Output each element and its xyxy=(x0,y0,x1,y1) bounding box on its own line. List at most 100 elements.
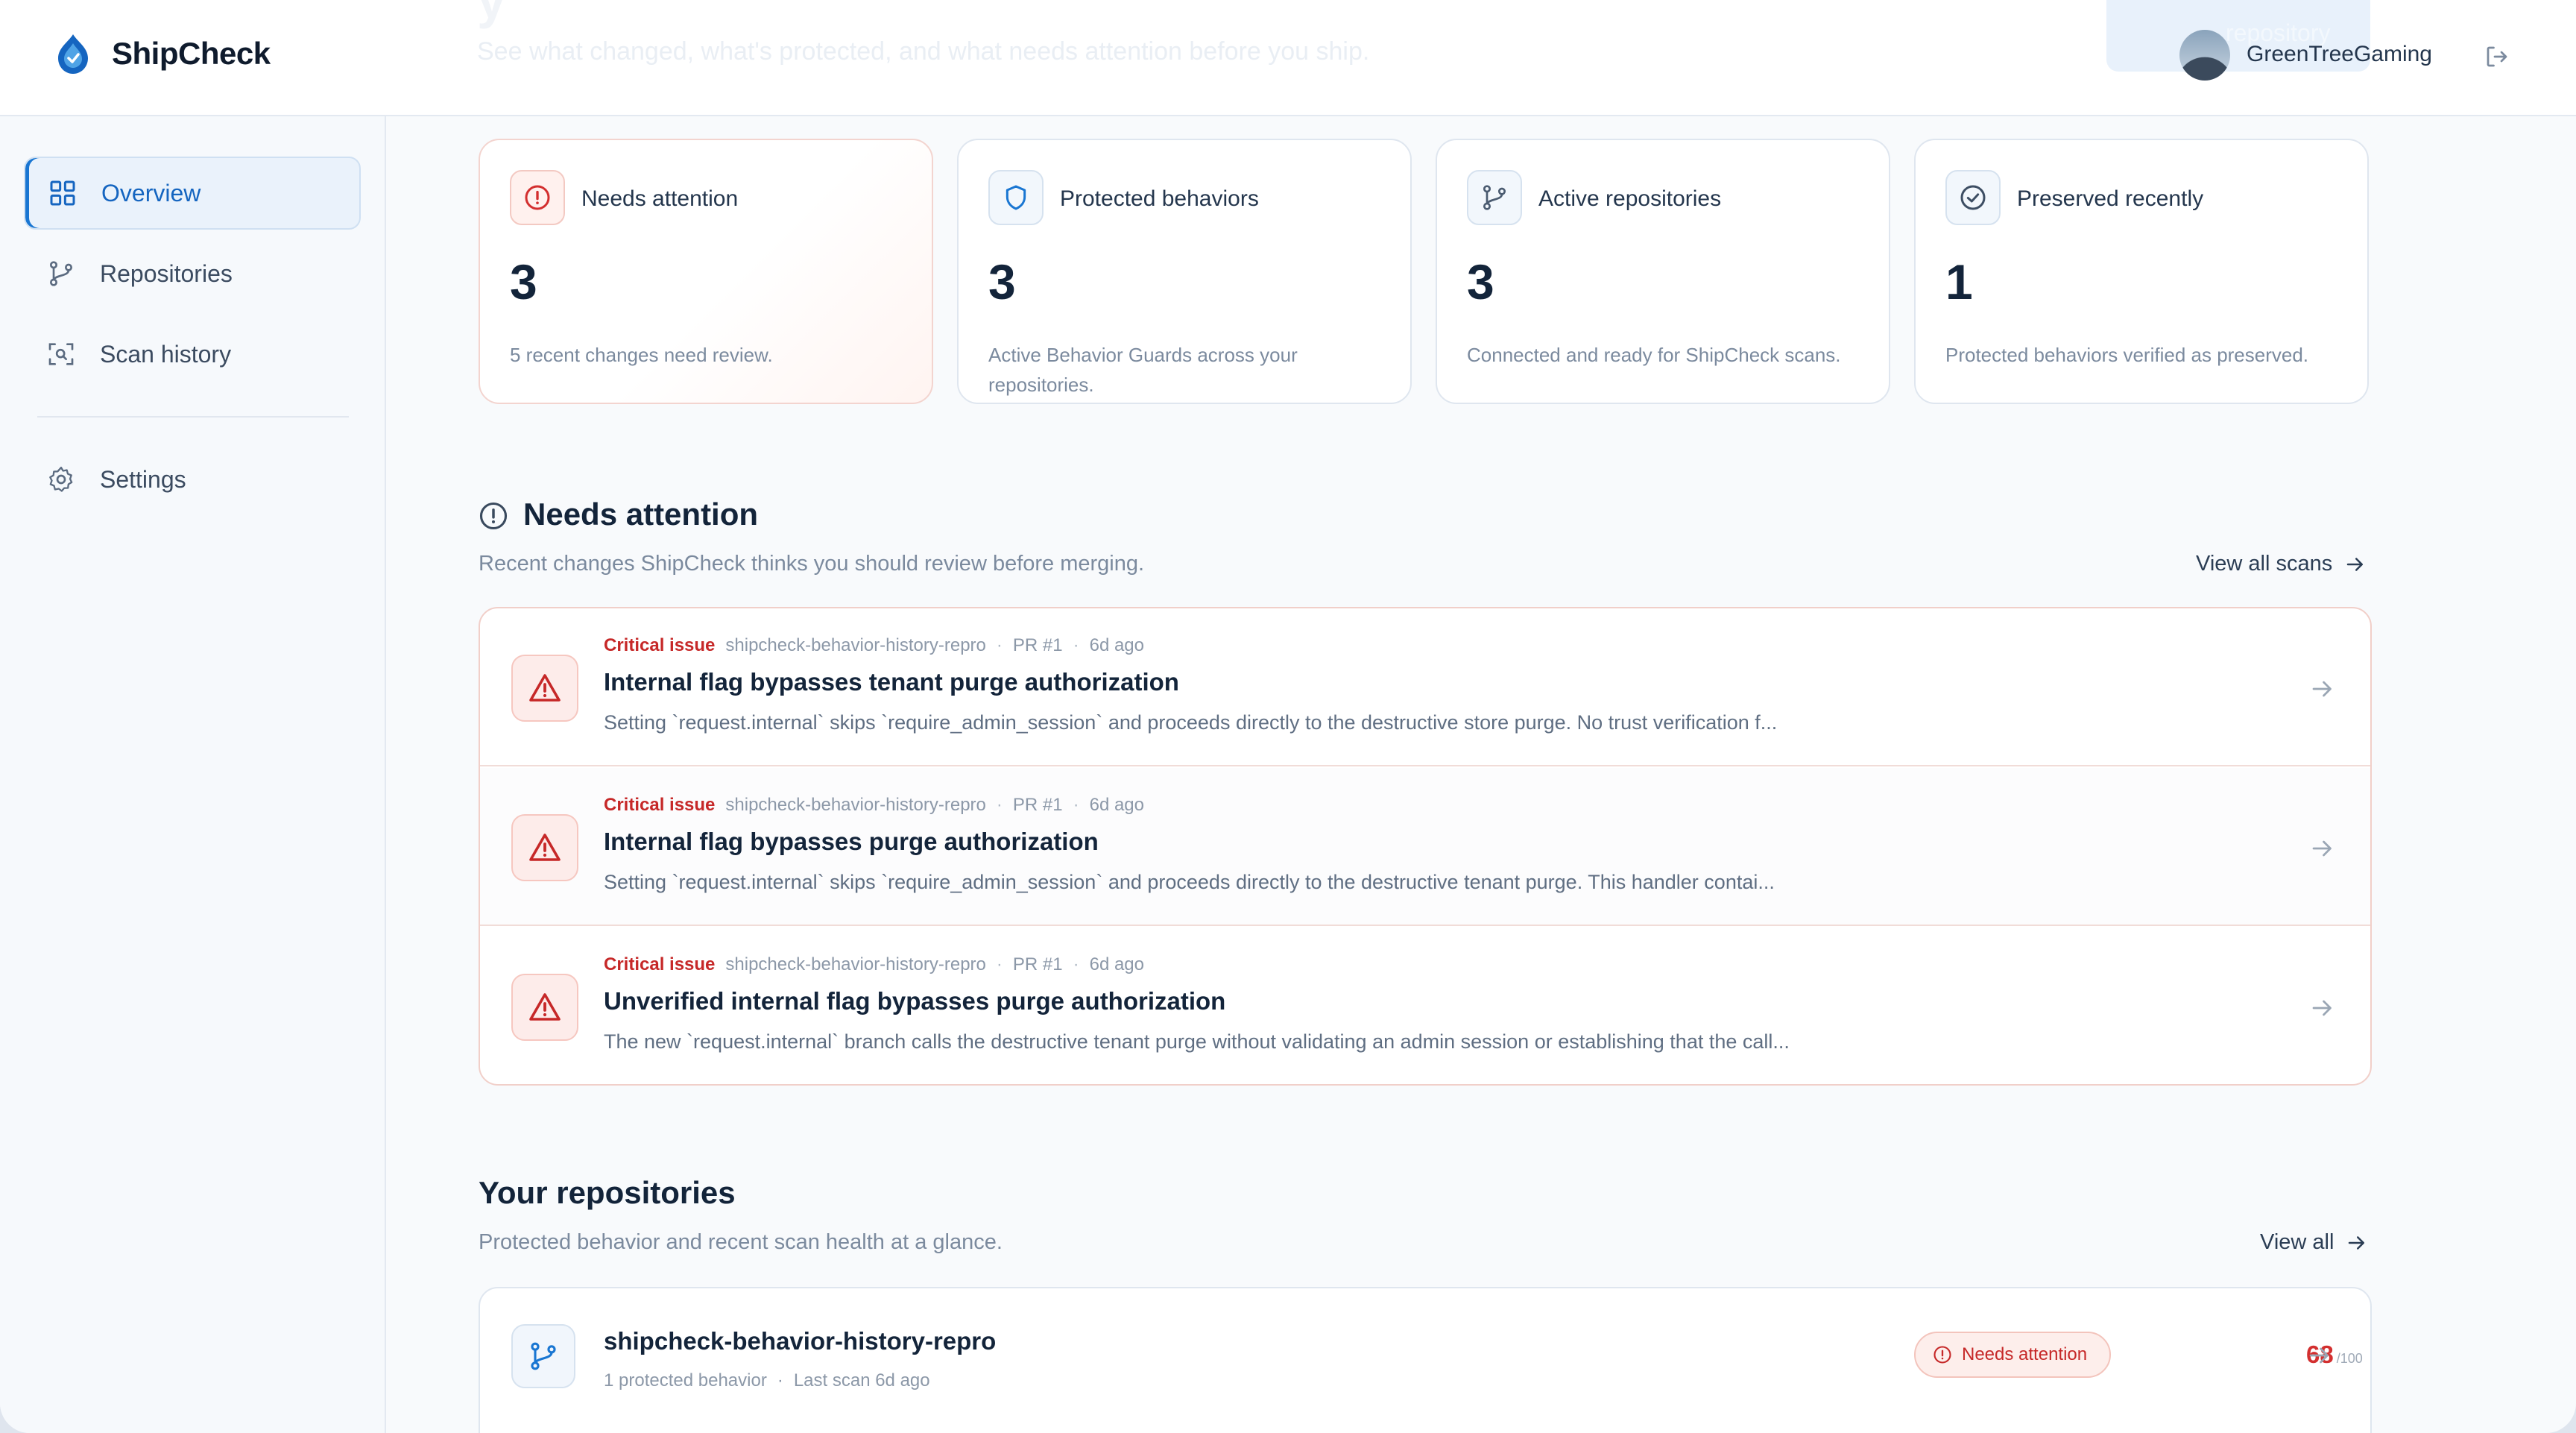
user-avatar[interactable] xyxy=(2179,30,2230,81)
stat-label: Needs attention xyxy=(581,186,739,211)
separator: · xyxy=(996,635,1003,655)
stat-label: Preserved recently xyxy=(2017,186,2204,211)
severity-label: Critical issue xyxy=(604,635,716,655)
arrow-right-icon xyxy=(2346,557,2364,571)
attention-item-description: The new `request.internal` branch calls … xyxy=(604,1030,1790,1053)
ghost-page-title: y xyxy=(477,0,506,29)
view-all-repositories-link[interactable]: View all xyxy=(2260,1230,2368,1255)
attention-list: Critical issue shipcheck-behavior-histor… xyxy=(479,607,2372,1086)
arrow-right-icon xyxy=(2349,1235,2365,1250)
warning-icon-box xyxy=(511,655,578,722)
logout-icon[interactable] xyxy=(2484,43,2510,70)
separator: · xyxy=(1073,635,1079,655)
arrow-right-icon[interactable] xyxy=(2309,835,2336,862)
attention-item-title: Internal flag bypasses purge authorizati… xyxy=(604,828,1099,855)
warning-icon-box xyxy=(511,974,578,1041)
stat-value: 1 xyxy=(1945,254,1973,309)
attention-item-description: Setting `request.internal` skips `requir… xyxy=(604,711,1778,734)
stat-value: 3 xyxy=(510,254,537,309)
sidebar-divider xyxy=(37,416,349,418)
arrow-right-icon[interactable] xyxy=(2309,675,2336,702)
warning-icon-box xyxy=(511,814,578,881)
sidebar-item-label: Settings xyxy=(100,465,186,493)
warning-icon xyxy=(529,834,561,861)
alert-circle-icon xyxy=(1933,1346,1951,1364)
view-all-label: View all xyxy=(2260,1230,2334,1254)
repository-row[interactable]: shipcheck-behavior-history-repro 1 prote… xyxy=(479,1287,2372,1433)
attention-item[interactable]: Critical issue shipcheck-behavior-histor… xyxy=(480,768,2370,926)
sidebar-item-label: Scan history xyxy=(100,340,232,368)
sidebar-item-scan-history[interactable]: Scan history xyxy=(24,318,361,391)
arrow-right-icon[interactable] xyxy=(2309,995,2336,1021)
stat-description: Connected and ready for ShipCheck scans. xyxy=(1467,344,1841,366)
pr-number: PR #1 xyxy=(1012,954,1063,974)
alert-circle-icon xyxy=(479,502,508,530)
repo-icon-box xyxy=(511,1324,575,1388)
sidebar-item-repositories[interactable]: Repositories xyxy=(24,237,361,310)
stat-value: 3 xyxy=(1467,254,1494,309)
shield-icon xyxy=(1006,185,1026,210)
main-content: Needs attention 3 5 recent changes need … xyxy=(388,116,2576,1433)
severity-label: Critical issue xyxy=(604,795,716,815)
separator: · xyxy=(1073,795,1079,815)
attention-item-meta: Critical issue shipcheck-behavior-histor… xyxy=(604,795,1144,816)
needs-attention-title: Needs attention xyxy=(523,497,759,532)
health-score-max: /100 xyxy=(2336,1351,2363,1366)
sidebar: Overview Repositories Scan history Setti… xyxy=(0,116,386,1433)
username[interactable]: GreenTreeGaming xyxy=(2247,42,2432,67)
sidebar-item-settings[interactable]: Settings xyxy=(24,443,361,516)
repositories-subtitle: Protected behavior and recent scan healt… xyxy=(479,1230,1003,1254)
stat-icon-box xyxy=(988,170,1044,225)
repo-meta: 1 protected behavior · Last scan 6d ago xyxy=(604,1370,930,1391)
stat-value: 3 xyxy=(988,254,1016,309)
needs-attention-subtitle: Recent changes ShipCheck thinks you shou… xyxy=(479,552,1145,576)
stat-icon-box xyxy=(1467,170,1522,225)
attention-item[interactable]: Critical issue shipcheck-behavior-histor… xyxy=(480,927,2370,1084)
gear-icon xyxy=(49,467,73,492)
arrow-right-icon[interactable] xyxy=(2306,1342,2333,1369)
grid-icon xyxy=(50,180,75,206)
attention-item-title: Internal flag bypasses tenant purge auth… xyxy=(604,668,1179,696)
ghost-page-subtitle: See what changed, what's protected, and … xyxy=(477,37,1370,66)
warning-icon xyxy=(529,993,561,1021)
stat-icon-box xyxy=(1945,170,2001,225)
warning-icon xyxy=(529,674,561,702)
stat-card-needs-attention[interactable]: Needs attention 3 5 recent changes need … xyxy=(479,139,933,404)
repositories-title: Your repositories xyxy=(479,1175,736,1210)
branch-icon xyxy=(49,261,73,286)
stat-description: Protected behaviors verified as preserve… xyxy=(1945,344,2309,366)
branch-icon xyxy=(1483,185,1506,210)
separator: · xyxy=(777,1370,783,1391)
sidebar-item-label: Overview xyxy=(101,179,201,207)
severity-label: Critical issue xyxy=(604,954,716,974)
stat-icon-box xyxy=(510,170,565,225)
separator: · xyxy=(996,795,1003,815)
alert-circle-icon xyxy=(525,185,550,210)
stat-description: Active Behavior Guards across your repos… xyxy=(988,344,1298,396)
stat-card-active-repositories[interactable]: Active repositories 3 Connected and read… xyxy=(1436,139,1890,404)
sidebar-item-overview[interactable]: Overview xyxy=(24,157,361,230)
sidebar-item-label: Repositories xyxy=(100,259,233,287)
repo-name: shipcheck-behavior-history-repro xyxy=(725,954,986,974)
repo-name: shipcheck-behavior-history-repro xyxy=(725,635,986,655)
attention-item[interactable]: Critical issue shipcheck-behavior-histor… xyxy=(480,608,2370,766)
attention-item-description: Setting `request.internal` skips `requir… xyxy=(604,871,1775,893)
attention-item-meta: Critical issue shipcheck-behavior-histor… xyxy=(604,635,1144,656)
protected-count: 1 protected behavior xyxy=(604,1370,767,1391)
item-age: 6d ago xyxy=(1089,635,1144,655)
shipcheck-logo-icon xyxy=(58,34,88,74)
repo-name: shipcheck-behavior-history-repro xyxy=(725,795,986,815)
attention-item-meta: Critical issue shipcheck-behavior-histor… xyxy=(604,954,1144,975)
pr-number: PR #1 xyxy=(1012,795,1063,815)
view-all-scans-link[interactable]: View all scans xyxy=(2196,552,2367,576)
app-name: ShipCheck xyxy=(112,36,271,71)
stat-description: 5 recent changes need review. xyxy=(510,344,773,366)
repo-name: shipcheck-behavior-history-repro xyxy=(604,1327,997,1355)
stat-card-protected-behaviors[interactable]: Protected behaviors 3 Active Behavior Gu… xyxy=(957,139,1412,404)
separator: · xyxy=(1073,954,1079,974)
stat-card-preserved-recently[interactable]: Preserved recently 1 Protected behaviors… xyxy=(1914,139,2369,404)
separator: · xyxy=(996,954,1003,974)
branch-icon xyxy=(531,1342,556,1370)
check-circle-icon xyxy=(1960,185,1986,210)
top-bar: y See what changed, what's protected, an… xyxy=(0,0,2576,116)
